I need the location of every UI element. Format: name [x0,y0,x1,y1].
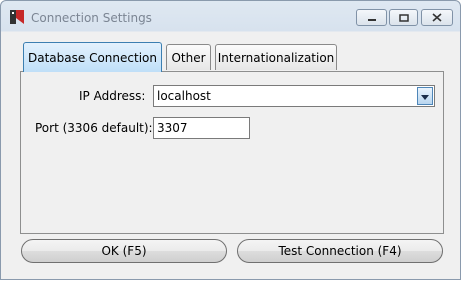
close-icon [432,11,442,25]
window-title: Connection Settings [31,11,152,25]
dropdown-button[interactable] [417,87,433,105]
port-input[interactable] [153,117,250,139]
ip-address-label: IP Address: [79,89,146,103]
tab-internationalization[interactable]: Internationalization [215,44,337,70]
close-button[interactable] [421,9,453,26]
ok-button[interactable]: OK (F5) [21,239,227,263]
app-icon [9,9,25,25]
port-label: Port (3306 default): [35,121,153,135]
minimize-icon [367,11,377,25]
maximize-icon [398,11,409,25]
chevron-down-icon [421,89,429,103]
maximize-button[interactable] [389,9,418,26]
test-connection-button[interactable]: Test Connection (F4) [237,239,443,263]
title-bar[interactable]: Connection Settings [1,1,460,33]
ip-address-select[interactable]: localhost [153,85,435,107]
client-area: Database Connection Other Internationali… [8,32,454,274]
tab-other[interactable]: Other [166,44,211,70]
minimize-button[interactable] [356,9,387,26]
ip-address-value: localhost [157,89,211,103]
connection-settings-window: Connection Settings Database Connection … [0,0,461,280]
tab-database-connection[interactable]: Database Connection [23,42,162,72]
